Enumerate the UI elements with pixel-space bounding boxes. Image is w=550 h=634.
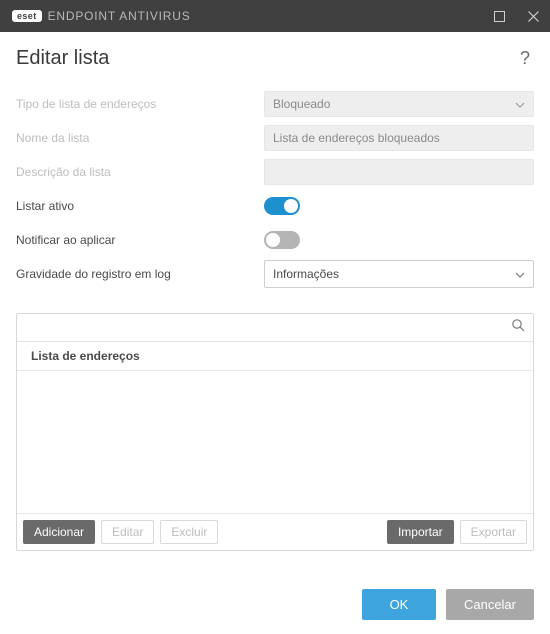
brand: eset ENDPOINT ANTIVIRUS — [12, 9, 191, 23]
list-type-select: Bloqueado — [264, 91, 534, 117]
notify-apply-label: Notificar ao aplicar — [16, 233, 264, 247]
search-input[interactable] — [25, 321, 509, 335]
list-name-label: Nome da lista — [16, 131, 264, 145]
list-desc-label: Descrição da lista — [16, 165, 264, 179]
help-icon[interactable]: ? — [516, 46, 534, 71]
log-severity-select[interactable]: Informações — [264, 260, 534, 288]
brand-product: ENDPOINT ANTIVIRUS — [48, 9, 191, 23]
export-button: Exportar — [460, 520, 527, 544]
active-list-toggle[interactable] — [264, 197, 300, 215]
edit-button: Editar — [101, 520, 154, 544]
list-type-label: Tipo de lista de endereços — [16, 97, 264, 111]
notify-apply-toggle[interactable] — [264, 231, 300, 249]
page-title: Editar lista — [16, 47, 109, 70]
list-desc-field — [264, 159, 534, 185]
delete-button: Excluir — [160, 520, 218, 544]
titlebar: eset ENDPOINT ANTIVIRUS — [0, 0, 550, 32]
log-severity-label: Gravidade do registro em log — [16, 267, 264, 281]
brand-logo: eset — [12, 10, 42, 22]
chevron-down-icon — [515, 267, 525, 281]
import-button[interactable]: Importar — [387, 520, 454, 544]
maximize-button[interactable] — [482, 0, 516, 32]
dialog-footer: OK Cancelar — [0, 551, 550, 634]
search-row — [17, 314, 533, 342]
window-controls — [482, 0, 550, 32]
active-list-label: Listar ativo — [16, 199, 264, 213]
add-button[interactable]: Adicionar — [23, 520, 95, 544]
chevron-down-icon — [515, 97, 525, 111]
close-button[interactable] — [516, 0, 550, 32]
cancel-button[interactable]: Cancelar — [446, 589, 534, 620]
log-severity-value: Informações — [273, 267, 339, 281]
ok-button[interactable]: OK — [362, 589, 436, 620]
list-type-value: Bloqueado — [273, 97, 330, 111]
list-toolbar: Adicionar Editar Excluir Importar Export… — [17, 513, 533, 550]
list-column-header: Lista de endereços — [17, 342, 533, 371]
list-name-value: Lista de endereços bloqueados — [273, 131, 440, 145]
search-icon[interactable] — [509, 316, 527, 339]
address-list-panel: Lista de endereços Adicionar Editar Excl… — [16, 313, 534, 551]
list-body[interactable] — [17, 371, 533, 513]
list-name-field: Lista de endereços bloqueados — [264, 125, 534, 151]
